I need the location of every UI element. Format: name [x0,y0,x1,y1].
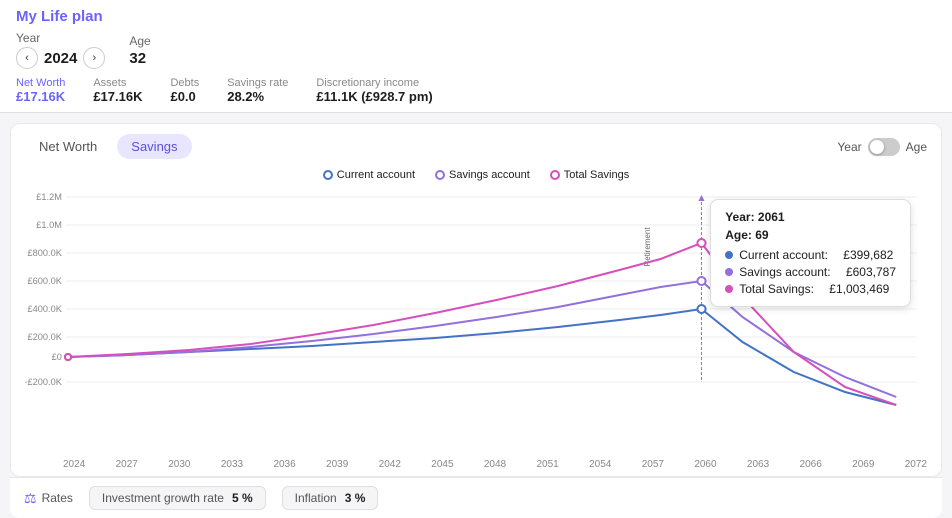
tooltip-savings-account: Savings account: £603,787 [725,265,896,279]
legend-total-savings-label: Total Savings [564,169,629,181]
x-label-2051: 2051 [536,459,558,470]
inflation-pill[interactable]: Inflation 3 % [282,486,379,510]
inflation-value: 3 % [345,491,366,505]
investment-growth-label: Investment growth rate [102,491,224,505]
chart-legend: Current account Savings account Total Sa… [25,169,927,181]
x-label-2072: 2072 [905,459,927,470]
rates-label-text: Rates [42,491,73,505]
svg-text:£600.0K: £600.0K [28,276,62,286]
x-label-2036: 2036 [273,459,295,470]
chart-tooltip: Year: 2061 Age: 69 Current account: £399… [710,199,911,307]
stat-assets: Assets £17.16K [93,77,142,104]
x-label-2057: 2057 [642,459,664,470]
x-label-2033: 2033 [221,459,243,470]
legend-current-account-label: Current account [337,169,415,181]
tooltip-age: Age: 69 [725,228,896,242]
debts-value: £0.0 [170,89,199,104]
savings-rate-label: Savings rate [227,77,288,89]
year-value: 2024 [44,50,77,67]
tab-net-worth[interactable]: Net Worth [25,134,111,159]
inflation-label: Inflation [295,491,337,505]
discretionary-label: Discretionary income [316,77,432,89]
x-label-2024: 2024 [63,459,85,470]
bottom-bar: ⚖ Rates Investment growth rate 5 % Infla… [10,477,942,518]
legend-savings-account-label: Savings account [449,169,530,181]
stat-discretionary: Discretionary income £11.1K (£928.7 pm) [316,77,432,104]
tooltip-year: Year: 2061 [725,210,896,224]
app-title: My Life plan [16,8,936,25]
svg-text:£200.0K: £200.0K [28,332,62,342]
savings-account-legend-icon [435,170,445,180]
toggle-age-label: Age [906,140,927,154]
tooltip-savings-account-dot [725,268,733,276]
savings-rate-value: 28.2% [227,89,288,104]
total-savings-legend-icon [550,170,560,180]
svg-text:£1.2M: £1.2M [36,192,62,202]
toggle-knob [870,140,884,154]
current-account-legend-icon [323,170,333,180]
x-label-2069: 2069 [852,459,874,470]
legend-total-savings: Total Savings [550,169,629,181]
investment-growth-pill[interactable]: Investment growth rate 5 % [89,486,266,510]
x-label-2042: 2042 [379,459,401,470]
chart-area: Current account Savings account Total Sa… [11,159,941,459]
x-label-2066: 2066 [800,459,822,470]
x-label-2054: 2054 [589,459,611,470]
x-label-2060: 2060 [694,459,716,470]
age-value: 32 [129,50,150,67]
tooltip-current-account-dot [725,251,733,259]
legend-current-account: Current account [323,169,415,181]
svg-text:£0: £0 [52,352,62,362]
next-year-button[interactable]: › [83,47,105,69]
x-label-2027: 2027 [116,459,138,470]
tab-savings[interactable]: Savings [117,134,191,159]
svg-text:£800.0K: £800.0K [28,248,62,258]
year-age-toggle[interactable] [868,138,900,156]
legend-savings-account: Savings account [435,169,530,181]
tooltip-current-account: Current account: £399,682 [725,248,896,262]
net-worth-value: £17.16K [16,89,65,104]
stat-savings-rate: Savings rate 28.2% [227,77,288,104]
debts-label: Debts [170,77,199,89]
tooltip-total-savings: Total Savings: £1,003,469 [725,282,896,296]
age-label: Age [129,34,150,48]
x-label-2030: 2030 [168,459,190,470]
x-label-2063: 2063 [747,459,769,470]
prev-year-button[interactable]: ‹ [16,47,38,69]
stat-net-worth: Net Worth £17.16K [16,77,65,104]
investment-growth-value: 5 % [232,491,253,505]
stat-debts: Debts £0.0 [170,77,199,104]
x-label-2045: 2045 [431,459,453,470]
x-label-2048: 2048 [484,459,506,470]
tooltip-total-savings-dot [725,285,733,293]
svg-text:−£200.0K: −£200.0K [25,377,62,387]
assets-label: Assets [93,77,142,89]
net-worth-label: Net Worth [16,77,65,89]
assets-value: £17.16K [93,89,142,104]
x-label-2039: 2039 [326,459,348,470]
svg-text:£1.0M: £1.0M [36,220,62,230]
year-label: Year [16,31,105,45]
svg-text:£400.0K: £400.0K [28,304,62,314]
discretionary-value: £11.1K (£928.7 pm) [316,89,432,104]
toggle-year-label: Year [837,140,861,154]
